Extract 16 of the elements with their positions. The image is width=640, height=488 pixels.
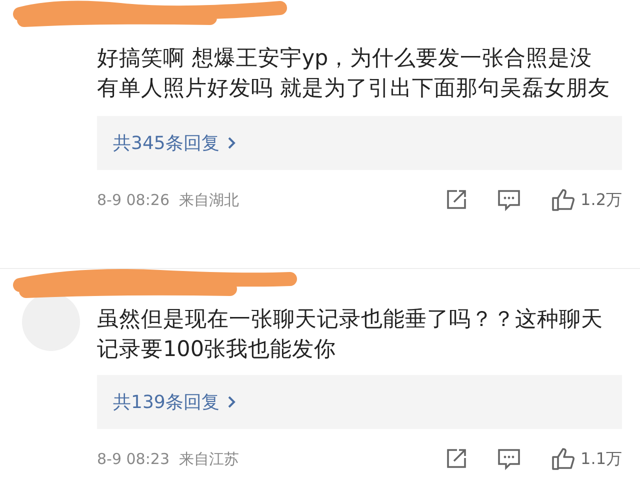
- thumbs-up-icon: [550, 188, 575, 212]
- share-icon[interactable]: [444, 189, 467, 211]
- thumbs-up-icon: [550, 447, 575, 471]
- comment-text: 好搞笑啊 想爆王安宇yp，为什么要发一张合照是没有单人照片好发吗 就是为了引出下面那句吴磊女朋友: [97, 45, 611, 103]
- comment-text: 虽然但是现在一张聊天记录也能垂了吗？？这种聊天记录要100张我也能发你: [97, 306, 604, 364]
- like-button[interactable]: 1.2万: [550, 188, 622, 212]
- replies-link[interactable]: 共345条回复: [113, 131, 238, 155]
- comment-icon[interactable]: [496, 189, 521, 211]
- like-button[interactable]: 1.1万: [550, 447, 622, 471]
- comment-icon[interactable]: [496, 448, 521, 470]
- comment-date: 8-9 08:23 来自江苏: [97, 450, 240, 468]
- comment-date: 8-9 08:26 来自湖北: [97, 190, 240, 210]
- chevron-icon: [227, 136, 238, 150]
- replies-link[interactable]: 共139条回复: [113, 390, 238, 414]
- share-icon[interactable]: [444, 448, 467, 470]
- chevron-icon: [227, 395, 238, 409]
